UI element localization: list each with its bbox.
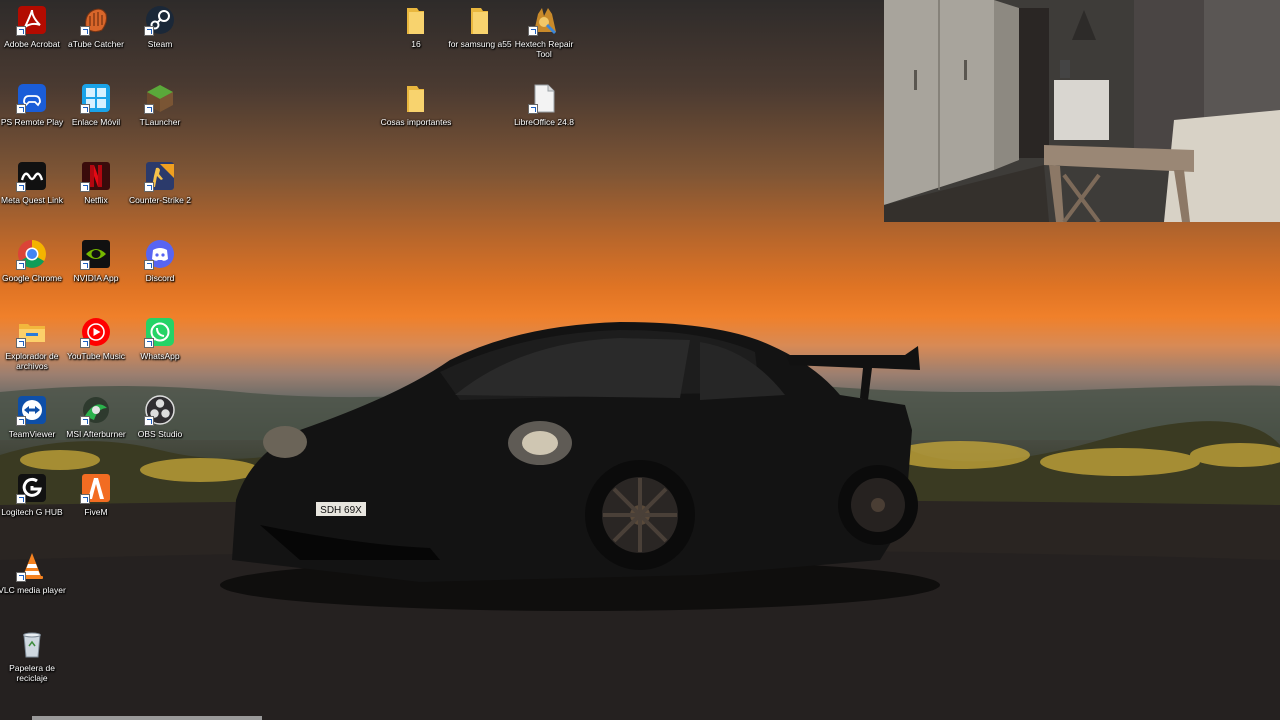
icon-label: Meta Quest Link (1, 195, 63, 205)
icon-label: Counter-Strike 2 (129, 195, 191, 205)
icon-label: Adobe Acrobat (4, 39, 60, 49)
desktop-icon-folder-for-samsung-a55[interactable]: for samsung a55 (448, 4, 512, 49)
desktop-icon-hextech-repair-tool[interactable]: Hextech Repair Tool (512, 4, 576, 59)
desktop-icon-folder-cosas-importantes[interactable]: Cosas importantes (381, 82, 451, 127)
chrome-icon (16, 238, 48, 270)
desktop-icon-vlc[interactable]: VLC media player (0, 550, 66, 595)
desktop-icon-obs-studio[interactable]: OBS Studio (128, 394, 192, 439)
icon-label: Netflix (84, 195, 108, 205)
logitech-ghub-icon (16, 472, 48, 504)
desktop-icon-file-explorer[interactable]: Explorador de archivos (0, 316, 64, 371)
icon-label: 16 (411, 39, 421, 49)
obs-studio-icon (144, 394, 176, 426)
desktop-icon-tlauncher[interactable]: TLauncher (128, 82, 192, 127)
desktop-icon-discord[interactable]: Discord (128, 238, 192, 283)
icon-label: Logitech G HUB (1, 507, 63, 517)
desktop-icon-libreoffice[interactable]: LibreOffice 24.8 (512, 82, 576, 127)
icon-label: FiveM (84, 507, 108, 517)
teamviewer-icon (16, 394, 48, 426)
libreoffice-icon (528, 82, 560, 114)
desktop-icon-adobe-acrobat[interactable]: Adobe Acrobat (0, 4, 64, 49)
icon-label: LibreOffice 24.8 (514, 117, 574, 127)
nvidia-icon (80, 238, 112, 270)
icon-label: Enlace Móvil (71, 117, 121, 127)
ps-remote-play-icon (16, 82, 48, 114)
desktop-icon-logitech-ghub[interactable]: Logitech G HUB (0, 472, 64, 517)
netflix-icon (80, 160, 112, 192)
icon-label: MSI Afterburner (66, 429, 126, 439)
recycle-bin-icon (16, 628, 48, 660)
desktop-icon-recycle-bin[interactable]: Papelera de reciclaje (0, 628, 64, 683)
desktop-icon-youtube-music[interactable]: YouTube Music (64, 316, 128, 361)
meta-quest-link-icon (16, 160, 48, 192)
folder-icon (400, 4, 432, 36)
icon-label: Explorador de archivos (5, 351, 59, 371)
folder-icon (400, 82, 432, 114)
license-plate: SDH 69X (320, 505, 362, 516)
discord-icon (144, 238, 176, 270)
desktop-icon-nvidia-app[interactable]: NVIDIA App (64, 238, 128, 283)
desktop-icon-enlace-movil[interactable]: Enlace Móvil (64, 82, 128, 127)
vlc-icon (16, 550, 48, 582)
desktop-icon-meta-quest-link[interactable]: Meta Quest Link (0, 160, 64, 205)
msi-afterburner-icon (80, 394, 112, 426)
icon-label: TeamViewer (8, 429, 56, 439)
hextech-repair-icon (528, 4, 560, 36)
icon-label: NVIDIA App (73, 273, 119, 283)
desktop-icon-msi-afterburner[interactable]: MSI Afterburner (64, 394, 128, 439)
icon-label: Hextech Repair Tool (514, 39, 574, 59)
desktop-icon-counter-strike-2[interactable]: Counter-Strike 2 (128, 160, 192, 205)
taskbar-edge (32, 716, 262, 720)
desktop-icon-atube-catcher[interactable]: aTube Catcher (64, 4, 128, 49)
desktop-icon-fivem[interactable]: FiveM (64, 472, 128, 517)
icon-label: Cosas importantes (380, 117, 452, 127)
whatsapp-icon (144, 316, 176, 348)
icon-label: Papelera de reciclaje (9, 663, 55, 683)
desktop-icon-steam[interactable]: Steam (128, 4, 192, 49)
webcam-room-scene (884, 0, 1280, 222)
icon-label: Steam (147, 39, 173, 49)
icon-label: PS Remote Play (0, 117, 64, 127)
adobe-acrobat-icon (16, 4, 48, 36)
desktop-icon-whatsapp[interactable]: WhatsApp (128, 316, 192, 361)
desktop-icon-netflix[interactable]: Netflix (64, 160, 128, 205)
youtube-music-icon (80, 316, 112, 348)
fivem-icon (80, 472, 112, 504)
icon-label: Google Chrome (1, 273, 62, 283)
icon-label: for samsung a55 (448, 39, 512, 49)
icon-label: VLC media player (0, 585, 66, 595)
desktop-icon-folder-16[interactable]: 16 (384, 4, 448, 49)
desktop-icon-ps-remote-play[interactable]: PS Remote Play (0, 82, 64, 127)
counter-strike-icon (144, 160, 176, 192)
icon-label: WhatsApp (140, 351, 180, 361)
enlace-movil-icon (80, 82, 112, 114)
webcam-overlay (884, 0, 1280, 222)
icon-label: TLauncher (139, 117, 181, 127)
desktop-icon-google-chrome[interactable]: Google Chrome (0, 238, 64, 283)
icon-label: OBS Studio (137, 429, 183, 439)
file-explorer-icon (16, 316, 48, 348)
tlauncher-icon (144, 82, 176, 114)
atube-catcher-icon (80, 4, 112, 36)
desktop-icon-teamviewer[interactable]: TeamViewer (0, 394, 64, 439)
folder-icon (464, 4, 496, 36)
icon-label: aTube Catcher (68, 39, 124, 49)
steam-icon (144, 4, 176, 36)
icon-label: Discord (145, 273, 175, 283)
icon-label: YouTube Music (67, 351, 125, 361)
